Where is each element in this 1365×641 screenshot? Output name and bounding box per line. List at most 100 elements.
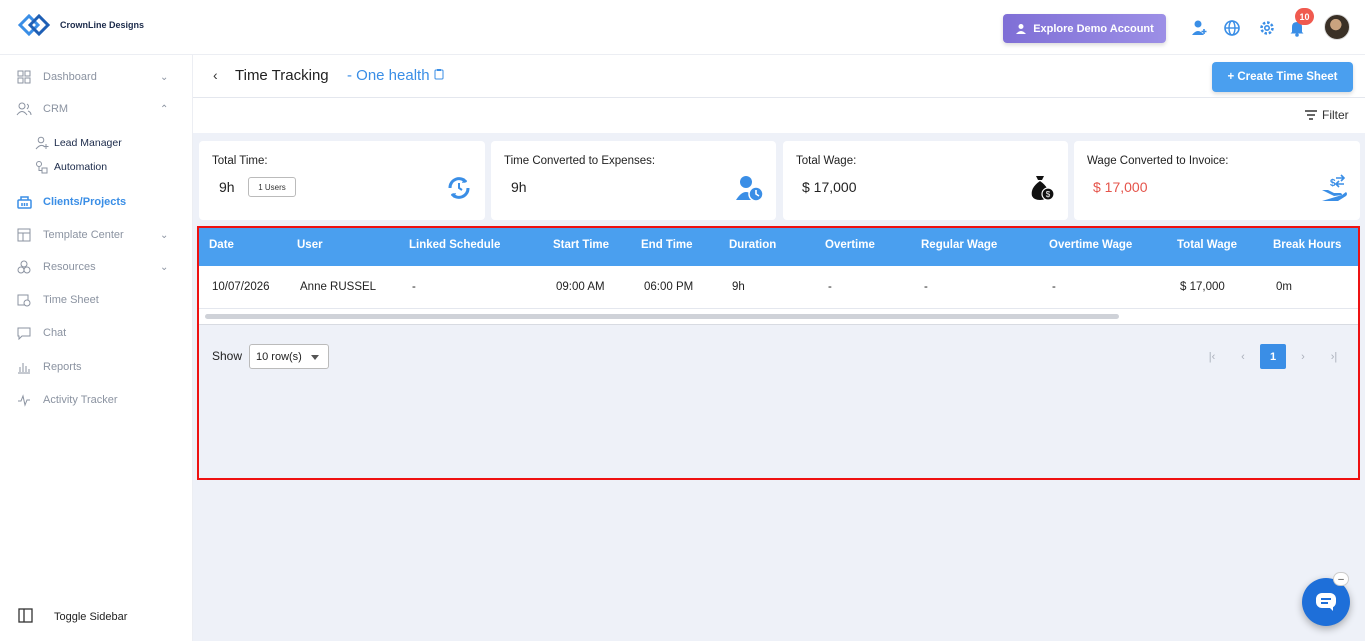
sidebar-item-time-sheet[interactable]: Time Sheet	[0, 287, 193, 313]
project-name: - One health	[347, 67, 430, 84]
money-bag-icon: $	[1031, 176, 1055, 201]
filter-bar: Filter	[193, 98, 1365, 133]
chat-bubble-icon	[1316, 593, 1336, 611]
card-value: 9h	[219, 179, 235, 195]
notification-badge: 10	[1295, 8, 1314, 25]
cell-end-time: 06:00 PM	[644, 281, 694, 293]
chevron-down-icon: ⌄	[160, 261, 169, 273]
chevron-up-icon: ⌃	[160, 103, 169, 115]
first-page-icon[interactable]: |‹	[1199, 344, 1225, 369]
avatar[interactable]	[1324, 14, 1350, 40]
sidebar-item-activity-tracker[interactable]: Activity Tracker	[0, 387, 193, 413]
scrollbar-thumb[interactable]	[205, 314, 1119, 319]
add-user-icon[interactable]	[1189, 18, 1209, 38]
sidebar-item-chat[interactable]: Chat	[0, 320, 193, 346]
cell-regular-wage: -	[924, 281, 928, 293]
filter-label: Filter	[1322, 108, 1349, 122]
explore-demo-label: Explore Demo Account	[1033, 22, 1154, 35]
page-header: ‹ Time Tracking - One health + Create Ti…	[193, 55, 1365, 98]
column-header-duration[interactable]: Duration	[729, 239, 776, 251]
explore-demo-button[interactable]: Explore Demo Account	[1003, 14, 1166, 43]
sidebar-item-crm[interactable]: CRM ⌃	[0, 96, 193, 122]
horizontal-scrollbar[interactable]	[199, 309, 1358, 325]
minimize-chat-button[interactable]: –	[1333, 572, 1349, 586]
filter-icon	[1305, 110, 1317, 120]
show-label: Show	[212, 349, 243, 363]
column-header-overtime[interactable]: Overtime	[825, 239, 875, 251]
sidebar-item-label: Template Center	[43, 229, 124, 241]
next-page-icon[interactable]: ›	[1290, 344, 1316, 369]
cell-overtime: -	[828, 281, 832, 293]
sidebar-item-label: Clients/Projects	[43, 196, 127, 208]
globe-icon[interactable]	[1222, 18, 1242, 38]
sidebar-item-label: Reports	[43, 361, 82, 373]
cell-linked-schedule: -	[412, 281, 416, 293]
activity-icon	[16, 392, 32, 408]
grid-icon	[16, 69, 32, 85]
back-icon[interactable]: ‹	[213, 67, 218, 83]
top-header: CrownLine Designs Explore Demo Account 1…	[0, 0, 1365, 55]
table-header: Date User Linked Schedule Start Time End…	[199, 228, 1358, 266]
resources-icon	[16, 259, 32, 275]
wage-invoice-card: Wage Converted to Invoice: $ 17,000 $	[1074, 141, 1360, 220]
create-time-sheet-button[interactable]: + Create Time Sheet	[1212, 62, 1353, 92]
chevron-down-icon: ⌄	[160, 71, 169, 83]
card-value: $ 17,000	[802, 179, 857, 195]
chevron-down-icon: ⌄	[160, 229, 169, 241]
column-header-overtime-wage[interactable]: Overtime Wage	[1049, 239, 1132, 251]
time-converted-card: Time Converted to Expenses: 9h	[491, 141, 776, 220]
card-value: $ 17,000	[1093, 179, 1148, 195]
cell-user: Anne RUSSEL	[300, 281, 377, 293]
sidebar-item-dashboard[interactable]: Dashboard ⌄	[0, 64, 193, 90]
building-icon	[16, 194, 32, 210]
column-header-date[interactable]: Date	[209, 239, 234, 251]
cell-date: 10/07/2026	[212, 281, 270, 293]
total-wage-card: Total Wage: $ 17,000 $	[783, 141, 1068, 220]
sidebar-item-template-center[interactable]: Template Center ⌄	[0, 222, 193, 248]
bar-chart-icon	[16, 359, 32, 375]
column-header-user[interactable]: User	[297, 239, 323, 251]
rows-per-page-select[interactable]: 10 row(s)	[249, 344, 329, 369]
card-label: Time Converted to Expenses:	[504, 155, 656, 167]
card-value: 9h	[511, 179, 527, 195]
sidebar-item-reports[interactable]: Reports	[0, 354, 193, 380]
calendar-clock-icon	[16, 292, 32, 308]
sidebar-item-clients-projects[interactable]: Clients/Projects	[0, 189, 193, 215]
chat-icon	[16, 325, 32, 341]
table-row[interactable]: 10/07/2026 Anne RUSSEL - 09:00 AM 06:00 …	[199, 266, 1358, 309]
sidebar-item-resources[interactable]: Resources ⌄	[0, 254, 193, 280]
column-header-regular-wage[interactable]: Regular Wage	[921, 239, 997, 251]
filter-button[interactable]: Filter	[1304, 108, 1349, 122]
column-header-break-hours[interactable]: Break Hours	[1273, 239, 1341, 251]
sidebar-item-label: Activity Tracker	[43, 394, 118, 406]
column-header-total-wage[interactable]: Total Wage	[1177, 239, 1237, 251]
caret-down-icon	[311, 355, 319, 360]
page-number-button[interactable]: 1	[1260, 344, 1286, 369]
cell-break-hours: 0m	[1276, 281, 1292, 293]
column-header-end-time[interactable]: End Time	[641, 239, 693, 251]
card-label: Wage Converted to Invoice:	[1087, 155, 1229, 167]
app-logo[interactable]: CrownLine Designs	[16, 10, 144, 40]
sidebar-item-lead-manager[interactable]: Lead Manager	[0, 130, 193, 156]
project-link[interactable]: - One health	[347, 67, 444, 84]
sidebar-item-label: CRM	[43, 103, 69, 115]
column-header-start-time[interactable]: Start Time	[553, 239, 609, 251]
toggle-sidebar-button[interactable]: Toggle Sidebar	[0, 604, 193, 630]
prev-page-icon[interactable]: ‹	[1230, 344, 1256, 369]
users-chip[interactable]: 1 Users	[248, 177, 296, 197]
sidebar-item-automation[interactable]: Automation	[0, 154, 193, 180]
total-time-card: Total Time: 9h 1 Users	[199, 141, 485, 220]
column-header-linked-schedule[interactable]: Linked Schedule	[409, 239, 500, 251]
hand-money-icon: $	[1322, 174, 1347, 201]
gear-icon[interactable]	[1257, 18, 1277, 38]
card-label: Total Wage:	[796, 155, 857, 167]
sidebar-item-label: Chat	[43, 327, 67, 339]
card-label: Total Time:	[212, 155, 268, 167]
sidebar-toggle-icon	[18, 608, 33, 626]
sidebar-item-label: Time Sheet	[43, 294, 99, 306]
svg-text:$: $	[1330, 178, 1336, 189]
sidebar-item-label: Automation	[54, 161, 108, 173]
last-page-icon[interactable]: ›|	[1321, 344, 1347, 369]
template-icon	[16, 227, 32, 243]
sidebar-item-label: Resources	[43, 261, 96, 273]
